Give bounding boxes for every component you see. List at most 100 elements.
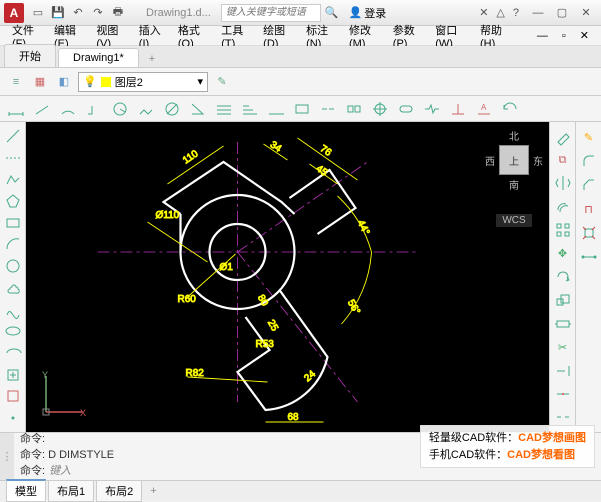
revcloud-icon[interactable] [2,278,24,298]
rectangle-icon[interactable] [2,213,24,233]
join-icon[interactable] [578,246,600,268]
layer-filter-icon[interactable]: ◧ [54,72,74,92]
login-label[interactable]: 登录 [364,5,386,21]
modify-toolbar: ⧉ ✥ ✂ [549,122,575,432]
viewcube-top[interactable]: 上 [499,145,529,175]
redo-icon[interactable]: ↷ [90,5,106,21]
login-icon[interactable]: 👤 [349,6,363,19]
watermark: 轻量级CAD软件：CAD梦想画图 手机CAD软件：CAD梦想看图 [420,425,595,468]
tab-layout1[interactable]: 布局1 [48,480,94,502]
scale-icon[interactable] [552,290,574,311]
dim-baseline-icon[interactable] [238,98,262,120]
chamfer-icon[interactable] [578,174,600,196]
bulb-icon: 💡 [83,75,97,88]
arc-icon[interactable] [2,235,24,255]
svg-text:X: X [80,408,86,418]
rotate-icon[interactable] [552,266,574,287]
dim-ordinate-icon[interactable] [82,98,106,120]
dim-space-icon[interactable] [290,98,314,120]
trim-icon[interactable]: ✂ [552,337,574,358]
maximize-button[interactable]: ▢ [551,4,573,22]
dim-update-icon[interactable] [498,98,522,120]
command-grip-icon[interactable]: ⋮ [0,433,14,480]
ellipse-arc-icon[interactable] [2,343,24,363]
mirror-icon[interactable] [552,173,574,194]
dim-jogged-icon[interactable] [134,98,158,120]
dim-linear-icon[interactable] [4,98,28,120]
svg-text:44°: 44° [355,218,372,236]
chevron-down-icon: ▾ [197,75,203,88]
doc-restore-button[interactable]: ▫ [556,28,572,44]
ucs-icon: Y X [40,370,88,418]
dim-tedit-icon[interactable]: A [472,98,496,120]
doc-minimize-button[interactable]: — [531,28,554,44]
tolerance-icon[interactable] [342,98,366,120]
close-button[interactable]: ✕ [575,4,597,22]
inspection-icon[interactable] [394,98,418,120]
dim-radius-icon[interactable] [108,98,132,120]
offset-icon[interactable] [552,196,574,217]
circle-icon[interactable] [2,256,24,276]
tab-add-button[interactable]: + [141,51,163,67]
erase-icon[interactable] [552,126,574,147]
exchange-icon[interactable]: ✕ [479,6,488,19]
jogged-linear-icon[interactable] [420,98,444,120]
tab-layout2[interactable]: 布局2 [96,480,142,502]
fillet-icon[interactable] [578,150,600,172]
magnet-icon[interactable]: ⊓ [578,198,600,220]
explode-icon[interactable] [578,222,600,244]
minimize-button[interactable]: — [527,4,549,22]
svg-text:68: 68 [288,412,300,423]
dim-break-icon[interactable] [316,98,340,120]
line-icon[interactable] [2,126,24,146]
viewcube[interactable]: 北 西 上 东 南 WCS [485,128,543,227]
layer-dropdown[interactable]: 💡 图层2 ▾ [78,72,208,92]
tab-model[interactable]: 模型 [6,479,46,502]
construction-line-icon[interactable] [2,148,24,168]
help-icon[interactable]: ? [513,7,519,19]
drawing-canvas[interactable]: 110 34 76 45 44° 56° 80 25 68 24 Ø110 R6… [26,122,549,432]
wcs-label[interactable]: WCS [496,214,531,227]
polyline-icon[interactable] [2,169,24,189]
dim-arc-icon[interactable] [56,98,80,120]
dimension-toolbar: A [0,96,601,122]
undo-icon[interactable]: ↶ [70,5,86,21]
cloud-icon[interactable]: △ [496,6,504,19]
svg-text:Ø1: Ø1 [220,262,234,273]
dim-diameter-icon[interactable] [160,98,184,120]
extend-icon[interactable] [552,360,574,381]
dim-edit-icon[interactable] [446,98,470,120]
open-icon[interactable]: ▭ [30,5,46,21]
dim-angular-icon[interactable] [186,98,210,120]
point-icon[interactable] [2,408,24,428]
command-prefix: 命令: [20,462,45,478]
doc-close-button[interactable]: ✕ [574,27,595,44]
array-icon[interactable] [552,220,574,241]
pencil-icon[interactable]: ✎ [578,126,600,148]
ellipse-icon[interactable] [2,321,24,341]
document-tabs: 开始 Drawing1* + [0,46,601,68]
copy-icon[interactable]: ⧉ [552,149,574,170]
tab-add-layout[interactable]: + [144,485,162,497]
center-mark-icon[interactable] [368,98,392,120]
layer-tool-icon[interactable]: ✎ [212,72,232,92]
search-icon[interactable]: 🔍 [325,6,339,19]
dim-quick-icon[interactable] [212,98,236,120]
layer-props-icon[interactable]: ≡ [6,72,26,92]
insert-block-icon[interactable] [2,365,24,385]
dim-aligned-icon[interactable] [30,98,54,120]
polygon-icon[interactable] [2,191,24,211]
save-icon[interactable]: 💾 [50,5,66,21]
stretch-icon[interactable] [552,313,574,334]
move-icon[interactable]: ✥ [552,243,574,264]
print-icon[interactable]: 🖶 [110,5,126,21]
dim-continue-icon[interactable] [264,98,288,120]
spline-icon[interactable] [2,300,24,320]
layer-states-icon[interactable]: ▦ [30,72,50,92]
tab-drawing1[interactable]: Drawing1* [58,48,139,67]
make-block-icon[interactable] [2,387,24,407]
viewcube-south: 南 [485,177,543,192]
break-point-icon[interactable] [552,383,574,404]
command-input[interactable]: 键入 [49,462,71,478]
tab-start[interactable]: 开始 [4,44,56,67]
